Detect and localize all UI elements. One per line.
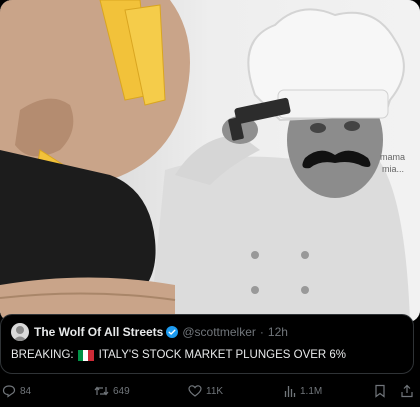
tweet-action-bar: 84 649 11K 1.1M xyxy=(0,384,420,404)
avatar-icon xyxy=(13,326,27,341)
tweet-media-image[interactable]: mama mia... xyxy=(0,0,420,322)
share-button[interactable] xyxy=(400,384,414,398)
caption-line1: mama xyxy=(380,152,405,162)
share-icon xyxy=(401,384,413,398)
repost-count: 649 xyxy=(113,385,130,397)
quoted-tweet-text: BREAKING: ITALY'S STOCK MARKET PLUNGES O… xyxy=(11,349,346,361)
meme-illustration: mama mia... xyxy=(0,0,420,322)
repost-icon xyxy=(94,386,109,396)
reply-icon xyxy=(2,385,16,398)
quoted-tweet-header: The Wolf Of All Streets @scottmelker · 1… xyxy=(11,323,288,341)
text-body: ITALY'S STOCK MARKET PLUNGES OVER 6% xyxy=(98,349,347,361)
author-avatar[interactable] xyxy=(11,323,29,341)
views-button[interactable]: 1.1M xyxy=(284,384,322,398)
repost-button[interactable]: 649 xyxy=(94,384,130,398)
text-prefix: BREAKING: xyxy=(11,349,74,361)
like-count: 11K xyxy=(206,385,224,397)
tweet-timestamp[interactable]: 12h xyxy=(268,325,288,339)
author-name[interactable]: The Wolf Of All Streets xyxy=(34,325,163,339)
analytics-icon xyxy=(284,386,296,397)
quoted-tweet[interactable]: The Wolf Of All Streets @scottmelker · 1… xyxy=(0,314,414,374)
view-count: 1.1M xyxy=(300,385,323,397)
bookmark-icon xyxy=(375,384,385,398)
heart-icon xyxy=(188,385,202,397)
verified-badge-icon xyxy=(166,326,179,338)
meta-separator: · xyxy=(259,325,264,339)
reply-count: 84 xyxy=(20,385,32,397)
author-handle[interactable]: @scottmelker xyxy=(182,325,256,339)
like-button[interactable]: 11K xyxy=(188,384,223,398)
italy-flag-icon xyxy=(77,349,94,361)
caption-line2: mia... xyxy=(382,164,404,174)
bookmark-button[interactable] xyxy=(374,384,386,398)
reply-button[interactable]: 84 xyxy=(2,384,31,398)
